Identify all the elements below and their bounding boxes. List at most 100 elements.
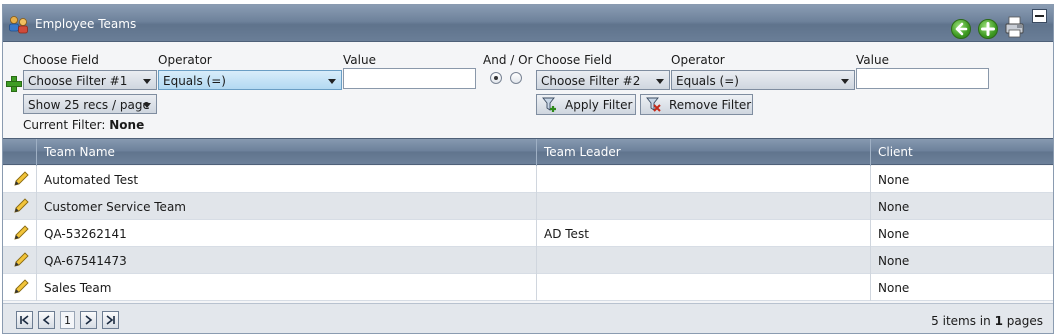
header-divider [36, 139, 37, 166]
filter1-value-input[interactable] [343, 68, 476, 89]
filter-remove-icon [646, 97, 661, 112]
chevron-down-icon [841, 79, 849, 84]
choose-field-label: Choose Field [23, 53, 99, 67]
cell-divider [870, 166, 871, 193]
users-icon [9, 16, 28, 34]
minimize-icon[interactable] [1032, 9, 1047, 23]
cell-divider [536, 220, 537, 247]
chevron-down-icon [143, 79, 151, 84]
last-page-icon [106, 315, 115, 325]
pages-text: pages [1006, 314, 1043, 328]
table-row: Sales Team None [3, 274, 1053, 301]
panel-title: Employee Teams [35, 17, 137, 31]
filter2-operator-select[interactable]: Equals (=) [671, 70, 855, 90]
header-divider [536, 139, 537, 166]
items-text: items in [942, 314, 991, 328]
header-divider [870, 139, 871, 166]
cell-divider [870, 247, 871, 274]
cell-divider [870, 193, 871, 220]
pager: 1 5 items in 1 pages [3, 303, 1053, 333]
or-radio[interactable] [510, 72, 522, 84]
remove-filter-label: Remove Filter [669, 98, 752, 112]
employee-teams-panel: Employee Teams Choose Field Operator Val… [2, 4, 1054, 334]
grid-header: Team Name Team Leader Client [3, 138, 1053, 166]
client-cell: None [878, 227, 910, 241]
pencil-icon[interactable] [11, 277, 31, 297]
next-page-button[interactable] [80, 311, 97, 329]
apply-filter-button[interactable]: Apply Filter [536, 94, 636, 115]
cell-divider [36, 247, 37, 274]
and-radio[interactable] [490, 72, 502, 84]
filter1-operator-select[interactable]: Equals (=) [158, 70, 342, 90]
pages-count: 1 [994, 314, 1003, 328]
client-cell: None [878, 281, 910, 295]
filter2-field-select[interactable]: Choose Filter #2 [536, 70, 670, 90]
next-page-icon [85, 315, 93, 325]
filter1-field-value: Choose Filter #1 [28, 74, 128, 88]
client-cell: None [878, 254, 910, 268]
chevron-down-icon [328, 79, 336, 84]
pager-info: 5 items in 1 pages [931, 314, 1043, 328]
table-row: QA-67541473 None [3, 247, 1053, 274]
cell-divider [536, 274, 537, 301]
first-page-button[interactable] [16, 311, 33, 329]
cell-divider [36, 166, 37, 193]
prev-page-button[interactable] [38, 311, 55, 329]
pencil-icon[interactable] [11, 250, 31, 270]
pencil-icon[interactable] [11, 196, 31, 216]
title-bar: Employee Teams [3, 5, 1053, 42]
team-name-cell: QA-53262141 [44, 227, 127, 241]
add-icon [981, 22, 995, 36]
pencil-icon[interactable] [11, 169, 31, 189]
current-filter-caption: Current Filter: [23, 118, 106, 132]
filter2-field-value: Choose Filter #2 [541, 74, 641, 88]
first-page-icon [20, 315, 29, 325]
filter1-operator-value: Equals (=) [163, 74, 226, 88]
cell-divider [870, 220, 871, 247]
cell-divider [36, 274, 37, 301]
page-size-select[interactable]: Show 25 recs / page [23, 94, 157, 114]
column-team-leader[interactable]: Team Leader [544, 145, 621, 159]
pencil-icon[interactable] [11, 223, 31, 243]
back-arrow-icon [955, 22, 968, 36]
back-button[interactable] [951, 19, 971, 39]
print-icon[interactable] [1004, 16, 1026, 38]
last-page-button[interactable] [102, 311, 119, 329]
cell-divider [536, 193, 537, 220]
client-cell: None [878, 173, 910, 187]
filter2-operator-value: Equals (=) [676, 74, 739, 88]
team-name-cell: QA-67541473 [44, 254, 127, 268]
cell-divider [36, 220, 37, 247]
add-filter-icon[interactable] [6, 76, 22, 92]
client-cell: None [878, 200, 910, 214]
table-row: Automated Test None [3, 166, 1053, 193]
team-name-cell: Sales Team [44, 281, 112, 295]
cell-divider [36, 193, 37, 220]
team-name-cell: Automated Test [44, 173, 139, 187]
table-row: QA-53262141 AD Test None [3, 220, 1053, 247]
current-filter-label: Current Filter: None [23, 118, 144, 132]
apply-filter-label: Apply Filter [565, 98, 633, 112]
add-button[interactable] [978, 19, 998, 39]
chevron-down-icon [143, 103, 151, 108]
filter1-field-select[interactable]: Choose Filter #1 [23, 70, 157, 90]
team-name-cell: Customer Service Team [44, 200, 186, 214]
value-label-2: Value [856, 53, 889, 67]
column-team-name[interactable]: Team Name [44, 145, 115, 159]
team-leader-cell: AD Test [544, 227, 589, 241]
page-size-value: Show 25 recs / page [28, 98, 150, 112]
filter2-value-input[interactable] [856, 68, 989, 89]
and-or-label: And / Or [483, 53, 533, 67]
cell-divider [870, 274, 871, 301]
items-count: 5 [931, 314, 939, 328]
table-row: Customer Service Team None [3, 193, 1053, 220]
cell-divider [536, 247, 537, 274]
page-number-button[interactable]: 1 [60, 311, 75, 329]
operator-label-2: Operator [671, 53, 725, 67]
column-client[interactable]: Client [878, 145, 913, 159]
remove-filter-button[interactable]: Remove Filter [640, 94, 753, 115]
choose-field-label-2: Choose Field [536, 53, 612, 67]
operator-label: Operator [158, 53, 212, 67]
value-label: Value [343, 53, 376, 67]
current-filter-value: None [109, 118, 145, 132]
